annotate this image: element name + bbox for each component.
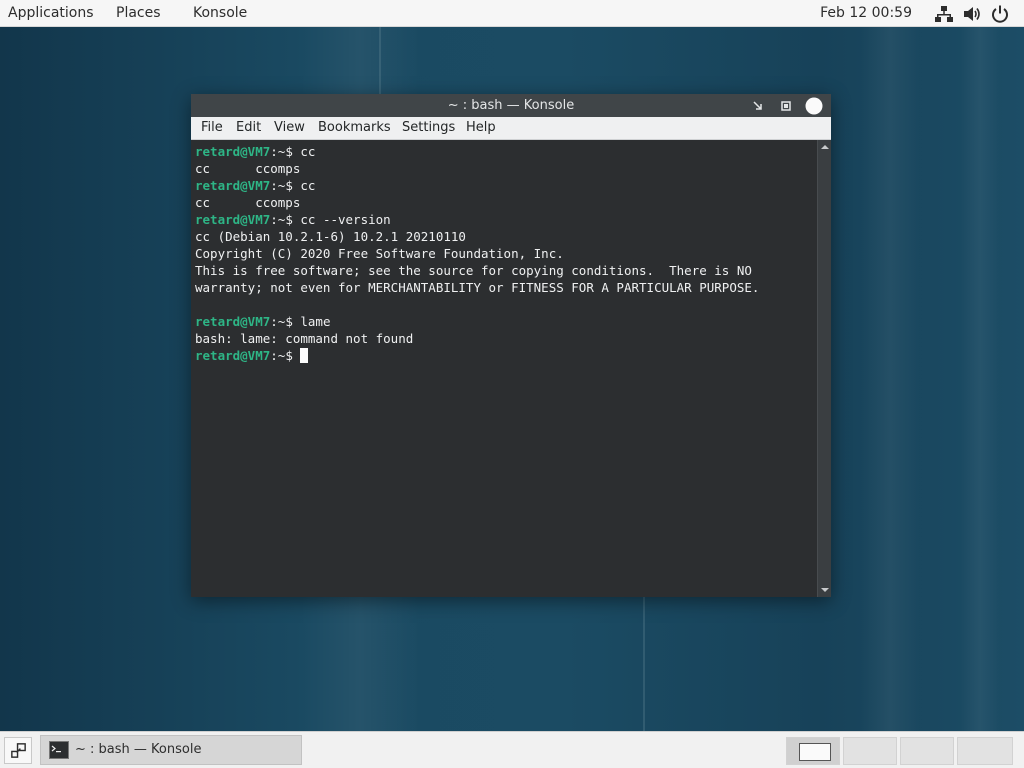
workspace-3[interactable] xyxy=(900,737,954,765)
terminal-scrollbar[interactable] xyxy=(817,140,831,597)
terminal-command: lame xyxy=(300,314,331,329)
terminal-output-text: warranty; not even for MERCHANTABILITY o… xyxy=(195,280,760,295)
terminal-command: cc --version xyxy=(300,212,391,227)
terminal-prompt: retard@VM7 xyxy=(195,314,271,329)
menu-view[interactable]: View xyxy=(269,117,310,139)
minimize-icon[interactable] xyxy=(750,98,766,114)
terminal-prompt-suffix: :~$ xyxy=(270,144,301,159)
terminal-line: cc ccomps xyxy=(195,194,813,211)
workspace-1[interactable] xyxy=(786,737,840,765)
menu-file[interactable]: File xyxy=(196,117,228,139)
window-title: ~ : bash — Konsole xyxy=(447,98,575,113)
terminal-icon xyxy=(49,741,69,759)
terminal-output-text: This is free software; see the source fo… xyxy=(195,263,752,278)
menu-edit[interactable]: Edit xyxy=(231,117,266,139)
terminal-output-text: cc (Debian 10.2.1-6) 10.2.1 20210110 xyxy=(195,229,466,244)
applications-menu[interactable]: Applications xyxy=(0,0,102,27)
show-desktop-icon xyxy=(11,743,26,758)
terminal-line: retard@VM7:~$ xyxy=(195,347,813,364)
terminal-output[interactable]: retard@VM7:~$ cc cc ccomps retard@VM7:~$ c… xyxy=(191,140,817,597)
network-icon[interactable] xyxy=(934,4,954,24)
close-icon[interactable] xyxy=(805,97,823,115)
taskbar-item-label: ~ : bash — Konsole xyxy=(75,742,202,757)
terminal-lines: retard@VM7:~$ cc cc ccomps retard@VM7:~$ c… xyxy=(191,140,817,367)
maximize-icon[interactable] xyxy=(778,98,794,114)
menu-bar: File Edit View Bookmarks Settings Help xyxy=(191,117,831,140)
clock[interactable]: Feb 12 00:59 xyxy=(814,0,918,27)
terminal-prompt: retard@VM7 xyxy=(195,212,271,227)
terminal-line: retard@VM7:~$ cc xyxy=(195,177,813,194)
terminal-line: retard@VM7:~$ cc --version xyxy=(195,211,813,228)
menu-help[interactable]: Help xyxy=(461,117,501,139)
terminal-output-text: cc ccomps xyxy=(195,195,301,210)
terminal-prompt: retard@VM7 xyxy=(195,178,271,193)
terminal-prompt-suffix: :~$ xyxy=(270,314,301,329)
terminal-line: cc ccomps xyxy=(195,160,813,177)
power-icon[interactable] xyxy=(990,4,1010,24)
terminal-line: cc (Debian 10.2.1-6) 10.2.1 20210110 xyxy=(195,228,813,245)
show-desktop-button[interactable] xyxy=(4,737,32,764)
terminal-line: warranty; not even for MERCHANTABILITY o… xyxy=(195,279,813,296)
terminal-cursor xyxy=(300,348,309,363)
terminal-line: retard@VM7:~$ cc xyxy=(195,143,813,160)
terminal-prompt: retard@VM7 xyxy=(195,144,271,159)
workspace-window-preview xyxy=(799,743,831,761)
terminal-command: cc xyxy=(300,144,316,159)
places-menu[interactable]: Places xyxy=(108,0,169,27)
terminal-output-text: Copyright (C) 2020 Free Software Foundat… xyxy=(195,246,564,261)
bottom-panel: ~ : bash — Konsole xyxy=(0,731,1024,768)
terminal-output-text: cc ccomps xyxy=(195,161,301,176)
terminal-prompt: retard@VM7 xyxy=(195,348,271,363)
terminal-line: retard@VM7:~$ lame xyxy=(195,313,813,330)
menu-bookmarks[interactable]: Bookmarks xyxy=(313,117,396,139)
terminal-line: Copyright (C) 2020 Free Software Foundat… xyxy=(195,245,813,262)
terminal-command: cc xyxy=(300,178,316,193)
terminal-output-text: bash: lame: command not found xyxy=(195,331,414,346)
top-panel: Applications Places Konsole Feb 12 00:59 xyxy=(0,0,1024,27)
terminal-line: bash: lame: command not found xyxy=(195,330,813,347)
terminal-prompt-suffix: :~$ xyxy=(270,212,301,227)
scroll-up-icon[interactable] xyxy=(820,142,830,152)
terminal-line: This is free software; see the source fo… xyxy=(195,262,813,279)
terminal-prompt-suffix: :~$ xyxy=(270,348,301,363)
workspace-4[interactable] xyxy=(957,737,1013,765)
konsole-window: ~ : bash — Konsole File Edit View Bookma… xyxy=(191,94,831,597)
menu-settings[interactable]: Settings xyxy=(397,117,460,139)
workspace-2[interactable] xyxy=(843,737,897,765)
window-titlebar[interactable]: ~ : bash — Konsole xyxy=(191,94,831,117)
taskbar-item-konsole[interactable]: ~ : bash — Konsole xyxy=(40,735,302,765)
scroll-down-icon[interactable] xyxy=(820,585,830,595)
konsole-app-menu[interactable]: Konsole xyxy=(185,0,255,27)
volume-icon[interactable] xyxy=(962,4,982,24)
terminal-prompt-suffix: :~$ xyxy=(270,178,301,193)
